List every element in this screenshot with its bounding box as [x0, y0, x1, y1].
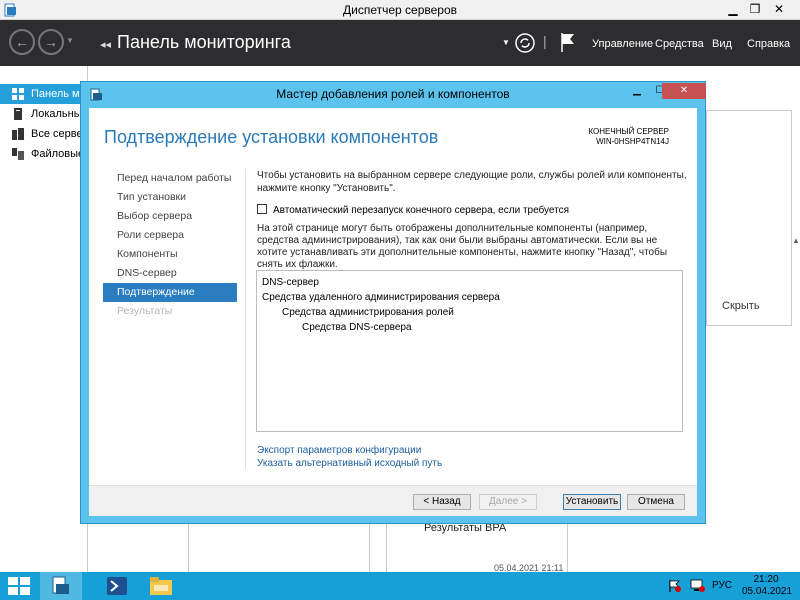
wizard-footer: < Назад Далее > Установить Отмена	[89, 485, 697, 516]
step-confirmation[interactable]: Подтверждение	[103, 283, 237, 302]
taskbar-file-explorer[interactable]	[140, 572, 182, 600]
breadcrumb-arrows-icon: ◂◂	[100, 39, 112, 51]
back-button[interactable]: < Назад	[413, 494, 471, 510]
restart-checkbox[interactable]	[257, 204, 267, 214]
wizard-heading: Подтверждение установки компонентов	[104, 127, 439, 147]
server-manager-toolbar: ← → ▼ ◂◂ Панель мониторинга ▼ | Управлени…	[0, 20, 800, 66]
list-item: Средства DNS-сервера	[302, 322, 412, 333]
clock-time: 21:20	[753, 574, 779, 585]
nav-history-dropdown-icon[interactable]: ▼	[66, 36, 74, 45]
list-item: Средства администрирования ролей	[282, 307, 454, 318]
wizard-body: Подтверждение установки компонентов КОНЕ…	[89, 108, 697, 516]
wizard-steps: Перед началом работы Тип установки Выбор…	[103, 169, 237, 321]
page-title-text: Панель мониторинга	[117, 32, 291, 52]
sidebar-item-local-server[interactable]: Локальный сервер	[0, 104, 88, 124]
taskbar-powershell[interactable]	[96, 572, 138, 600]
server-manager-titlebar: Диспетчер серверов ▁ ❐ ✕	[0, 0, 800, 20]
sidebar-item-all-servers[interactable]: Все серверы	[0, 124, 88, 144]
back-nav-button[interactable]: ←	[9, 29, 35, 55]
export-config-link[interactable]: Экспорт параметров конфигурации	[257, 444, 442, 457]
steps-divider	[245, 169, 246, 469]
dropdown-icon[interactable]: ▼	[502, 38, 510, 47]
install-button[interactable]: Установить	[563, 494, 621, 510]
forward-nav-button[interactable]: →	[38, 29, 64, 55]
file-services-icon	[12, 148, 24, 160]
server-manager-sidebar: Панель мониторинга Локальный сервер Все …	[0, 66, 88, 572]
list-item: DNS-сервер	[262, 277, 319, 288]
step-dns-server[interactable]: DNS-сервер	[103, 264, 237, 283]
step-server-roles[interactable]: Роли сервера	[103, 226, 237, 245]
server-manager-title: Диспетчер серверов	[342, 3, 458, 17]
sidebar-item-dashboard[interactable]: Панель мониторинга	[0, 84, 88, 104]
close-button[interactable]: ✕	[766, 0, 792, 18]
restart-checkbox-label: Автоматический перезапуск конечного серв…	[273, 205, 570, 216]
step-results: Результаты	[117, 305, 173, 317]
menu-help[interactable]: Справка	[747, 38, 790, 50]
notifications-flag-icon[interactable]	[558, 31, 578, 53]
wizard-links: Экспорт параметров конфигурации Указать …	[257, 444, 442, 470]
wizard-title: Мастер добавления ролей и компонентов	[276, 87, 510, 101]
dashboard-icon	[12, 88, 24, 100]
taskbar: РУС 21:20 05.04.2021	[0, 572, 800, 600]
cancel-button[interactable]: Отмена	[627, 494, 685, 510]
components-list: DNS-сервер Средства удаленного администр…	[256, 270, 683, 432]
all-servers-icon	[12, 128, 24, 140]
folder-icon	[150, 577, 172, 595]
taskbar-server-manager[interactable]	[40, 572, 82, 600]
clock-date: 05.04.2021	[742, 586, 793, 597]
refresh-icon[interactable]	[514, 32, 536, 54]
action-center-flag-icon[interactable]	[668, 579, 682, 593]
network-icon[interactable]	[690, 579, 706, 593]
dashboard-tile	[706, 110, 792, 326]
hide-link[interactable]: Скрыть	[722, 300, 760, 312]
alternate-source-link[interactable]: Указать альтернативный исходный путь	[257, 457, 442, 470]
menu-view[interactable]: Вид	[712, 38, 732, 50]
step-server-selection[interactable]: Выбор сервера	[103, 207, 237, 226]
server-manager-icon	[52, 576, 69, 594]
next-button: Далее >	[479, 494, 537, 510]
scroll-up-icon[interactable]: ▲	[792, 236, 800, 245]
sidebar-item-file-services[interactable]: Файловые службы	[0, 144, 88, 164]
page-title: ◂◂ Панель мониторинга	[100, 32, 291, 53]
destination-server-name: WIN-0HSHP4TN14J	[596, 137, 669, 146]
step-before-you-begin[interactable]: Перед началом работы	[103, 169, 237, 188]
wizard-close-button[interactable]: ✕	[662, 83, 706, 99]
taskbar-clock[interactable]: 21:20 05.04.2021	[742, 574, 793, 598]
destination-label: КОНЕЧНЫЙ СЕРВЕР	[588, 127, 669, 136]
restart-option[interactable]: Автоматический перезапуск конечного серв…	[257, 204, 569, 216]
note-text: На этой странице могут быть отображены д…	[257, 223, 668, 270]
intro-text: Чтобы установить на выбранном сервере сл…	[257, 170, 687, 194]
input-language[interactable]: РУС	[712, 580, 732, 591]
menu-tools[interactable]: Средства	[655, 38, 704, 50]
powershell-icon	[107, 577, 127, 595]
step-installation-type[interactable]: Тип установки	[103, 188, 237, 207]
step-features[interactable]: Компоненты	[103, 245, 237, 264]
start-windows-icon[interactable]	[8, 577, 30, 595]
restore-button[interactable]: ❐	[742, 0, 768, 18]
destination-server: КОНЕЧНЫЙ СЕРВЕР WIN-0HSHP4TN14J	[588, 127, 669, 147]
add-roles-wizard: Мастер добавления ролей и компонентов ▁ …	[80, 81, 706, 524]
list-item: Средства удаленного администрирования се…	[262, 292, 500, 303]
menu-manage[interactable]: Управление	[592, 38, 653, 50]
toolbar-separator: |	[543, 33, 547, 49]
local-server-icon	[14, 108, 22, 120]
